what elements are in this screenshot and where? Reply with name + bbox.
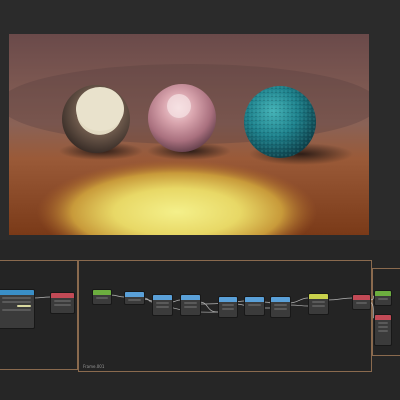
left-output-node[interactable] (50, 292, 75, 314)
math-node-4[interactable] (244, 296, 265, 316)
left-shader-node[interactable] (0, 289, 35, 329)
color-ramp-node[interactable] (308, 293, 329, 315)
math-node-1[interactable] (152, 294, 173, 316)
right-group-node-2[interactable] (374, 314, 392, 346)
node-header (93, 290, 111, 295)
node-editor[interactable]: Frame.001 (0, 240, 400, 400)
mapping-node[interactable] (124, 291, 145, 305)
node-header (153, 295, 172, 300)
node-header (181, 295, 200, 300)
math-node-2[interactable] (180, 294, 201, 316)
mix-node[interactable] (352, 294, 371, 310)
math-node-3[interactable] (218, 296, 238, 318)
node-header (245, 297, 264, 302)
node-header (125, 292, 144, 297)
node-links (32, 294, 375, 319)
node-header (353, 295, 370, 300)
pink-glossy-sphere[interactable] (148, 84, 216, 152)
math-node-5[interactable] (270, 296, 291, 318)
node-header (271, 297, 290, 302)
sphere-highlight (167, 94, 191, 118)
node-header (375, 291, 391, 296)
node-header (51, 293, 74, 298)
right-group-node-1[interactable] (374, 290, 392, 306)
node-header (219, 297, 237, 302)
node-header (0, 290, 34, 295)
node-header (375, 315, 391, 320)
node-header (309, 294, 328, 299)
3d-viewport[interactable] (9, 34, 369, 235)
sphere-highlight (76, 87, 124, 131)
texture-coord-node[interactable] (92, 289, 112, 305)
sphere-speckle-texture (244, 86, 316, 158)
